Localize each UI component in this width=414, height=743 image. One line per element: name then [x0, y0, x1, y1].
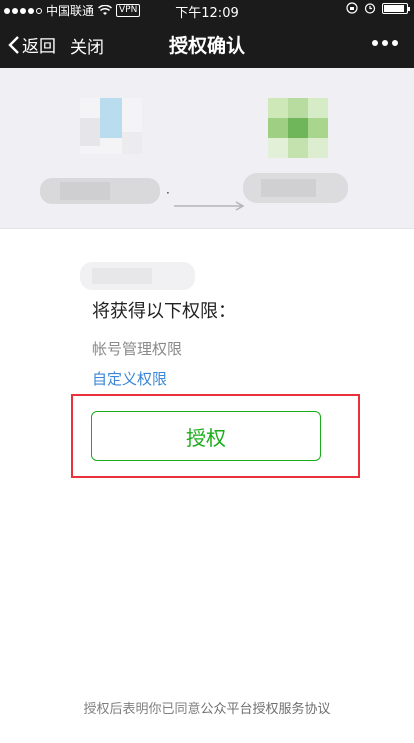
user-avatar: [80, 98, 142, 154]
page-title: 授权确认: [168, 35, 245, 57]
app-name-blurred: [243, 173, 348, 203]
status-right: [346, 2, 410, 14]
footer-agreement: 授权后表明你已同意公众平台授权服务协议: [0, 698, 414, 717]
arrow-right-icon: [174, 201, 245, 211]
more-menu-icon[interactable]: [372, 40, 398, 46]
authorize-button[interactable]: 授权: [91, 411, 321, 461]
alarm-icon: [364, 3, 376, 14]
custom-permissions-link[interactable]: 自定义权限: [92, 368, 167, 389]
rotation-lock-icon: [346, 2, 358, 14]
permissions-title: 将获得以下权限：: [92, 301, 236, 322]
permission-item: 帐号管理权限: [92, 340, 183, 358]
separator-dot: ·: [166, 186, 170, 200]
user-name-blurred: [40, 178, 160, 204]
status-bar: 中国联通 VPN 下午12:09: [0, 0, 414, 21]
nav-bar: 返回 关闭 授权确认: [0, 20, 414, 68]
app-name-blurred-2: [80, 262, 195, 290]
agreement-link[interactable]: 公众平台授权服务协议: [201, 702, 331, 717]
footer-prefix: 授权后表明你已同意: [83, 702, 201, 717]
app-avatar: [268, 98, 328, 158]
battery-icon: [382, 2, 410, 14]
account-link-header: ·: [0, 68, 414, 229]
